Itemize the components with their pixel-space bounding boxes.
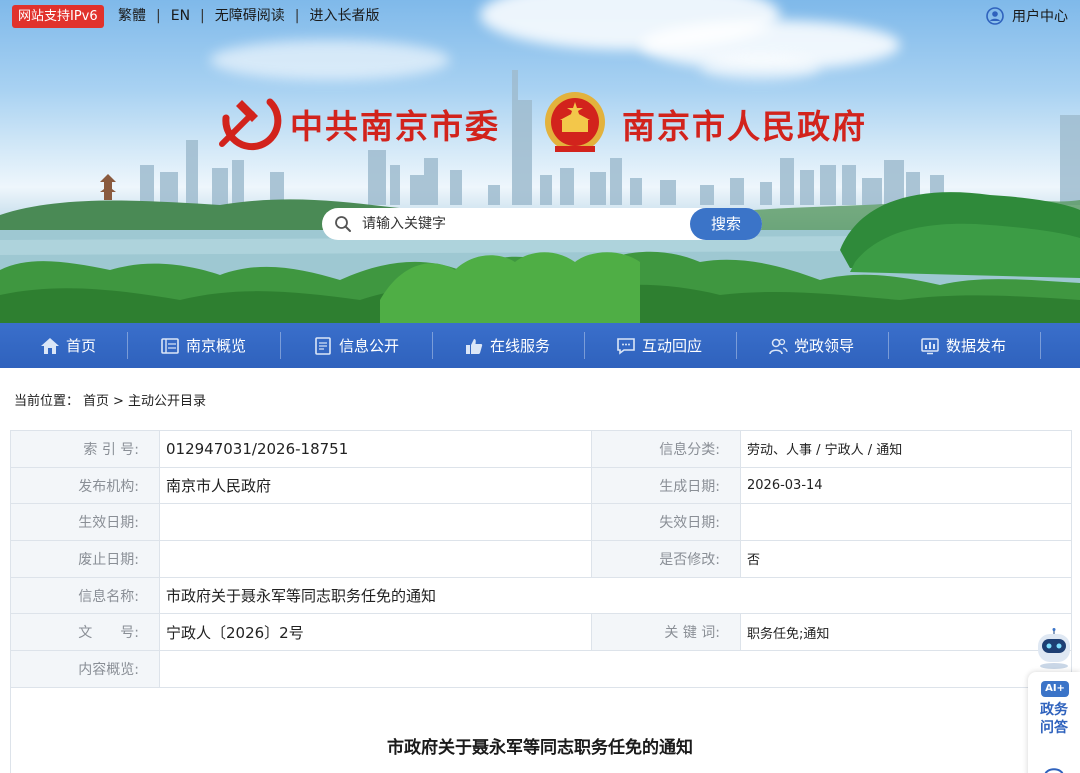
nav-item-label: 首页 (66, 337, 97, 355)
chart-icon (921, 337, 939, 354)
category-label: 信息分类: (591, 430, 741, 468)
document-title: 市政府关于聂永军等同志职务任免的通知 (387, 738, 693, 758)
skyline-illustration (0, 70, 1080, 323)
publisher-value: 南京市人民政府 (159, 466, 592, 505)
expire-date-value (740, 503, 1072, 542)
elderly-mode-link[interactable]: 进入长者版 (309, 6, 379, 26)
search-bar: 搜索 (322, 208, 762, 240)
table-row: 发布机构: 南京市人民政府 生成日期: 2026-03-14 (10, 466, 1072, 505)
summary-label: 内容概览: (10, 650, 160, 688)
table-row: 生效日期: 失效日期: (10, 503, 1072, 542)
top-bar: 网站支持IPv6 繁體 | EN | 无障碍阅读 | 进入长者版 用户中心 (0, 0, 1080, 34)
separator: | (156, 8, 161, 24)
document-icon (315, 336, 331, 355)
user-center-link[interactable]: 用户中心 (986, 6, 1068, 26)
user-center-label: 用户中心 (1012, 9, 1068, 25)
nav-item-home[interactable]: 首页 (40, 323, 96, 368)
breadcrumb-arrow: > (113, 394, 124, 409)
ai-widget-line1: 政务 (1040, 702, 1068, 718)
summary-value (159, 650, 1072, 688)
table-row: 索 引 号: 012947031/2026-18751 信息分类: 劳动、人事 … (10, 430, 1072, 468)
modified-label: 是否修改: (591, 540, 741, 578)
abolish-date-label: 废止日期: (10, 540, 160, 578)
nav-item-leadership[interactable]: 党政领导 (768, 323, 854, 368)
nav-item-online-service[interactable]: 在线服务 (464, 323, 550, 368)
modified-value: 否 (740, 540, 1072, 578)
breadcrumb-prefix: 当前位置： (14, 394, 80, 409)
nav-divider (736, 332, 737, 359)
search-button[interactable]: 搜索 (690, 208, 762, 240)
breadcrumb: 当前位置： 首页 > 主动公开目录 (14, 390, 210, 409)
expire-date-label: 失效日期: (591, 503, 741, 542)
nav-item-interaction[interactable]: 互动回应 (616, 323, 702, 368)
nav-item-label: 党政领导 (794, 337, 855, 355)
nav-divider (888, 332, 889, 359)
user-icon (986, 7, 1004, 25)
table-row: 内容概览: (10, 650, 1072, 688)
keywords-label: 关 键 词: (591, 613, 741, 652)
effective-date-label: 生效日期: (10, 503, 160, 542)
accessibility-link[interactable]: 无障碍阅读 (215, 6, 285, 26)
category-value: 劳动、人事 / 宁政人 / 通知 (740, 430, 1072, 468)
abolish-date-value (159, 540, 592, 578)
table-row: 信息名称: 市政府关于聂永军等同志职务任免的通知 (10, 576, 1072, 615)
table-row: 文 号: 宁政人〔2026〕2号 关 键 词: 职务任免;通知 (10, 613, 1072, 652)
nav-item-data-release[interactable]: 数据发布 (920, 323, 1006, 368)
table-row: 废止日期: 是否修改: 否 (10, 540, 1072, 578)
nav-item-label: 互动回应 (642, 337, 703, 355)
home-icon (41, 337, 59, 354)
document-body (10, 686, 1072, 773)
people-icon (769, 338, 788, 354)
ai-badge: AI+ (1041, 681, 1069, 697)
government-title: 南京市人民政府 (622, 107, 867, 146)
nav-divider (432, 332, 433, 359)
nav-divider (1040, 332, 1041, 359)
ai-widget-line2: 问答 (1040, 720, 1068, 736)
party-committee-title: 中共南京市委 (290, 107, 500, 146)
document-number-label: 文 号: (10, 613, 160, 652)
nav-divider (280, 332, 281, 359)
index-number-label: 索 引 号: (10, 430, 160, 468)
overview-icon (161, 337, 179, 354)
keywords-value: 职务任免;通知 (740, 613, 1072, 652)
nav-item-label: 信息公开 (339, 337, 400, 355)
national-emblem (545, 92, 605, 152)
search-icon (335, 216, 351, 232)
top-links: 繁體 | EN | 无障碍阅读 | 进入长者版 (118, 6, 379, 26)
nav-divider (127, 332, 128, 359)
main-nav: 首页 南京概览 信息公开 在线服务 互动回应 党政领导 数据发布 (0, 323, 1080, 368)
breadcrumb-home-link[interactable]: 首页 (83, 394, 109, 409)
thumbs-up-icon (466, 338, 483, 354)
publisher-label: 发布机构: (10, 466, 160, 505)
traditional-chinese-link[interactable]: 繁體 (118, 6, 146, 26)
effective-date-value (159, 503, 592, 542)
index-number-value: 012947031/2026-18751 (159, 430, 592, 468)
ipv6-badge: 网站支持IPv6 (12, 5, 104, 28)
chat-icon (617, 337, 635, 355)
document-info-table: 索 引 号: 012947031/2026-18751 信息分类: 劳动、人事 … (10, 430, 1072, 688)
separator: | (294, 8, 300, 24)
nav-item-info-disclosure[interactable]: 信息公开 (313, 323, 399, 368)
nav-item-label: 数据发布 (946, 337, 1007, 355)
info-name-value: 市政府关于聂永军等同志职务任免的通知 (159, 576, 1072, 615)
search-input[interactable] (362, 208, 682, 240)
ai-robot-icon[interactable] (1032, 628, 1076, 670)
info-name-label: 信息名称: (10, 576, 160, 615)
party-emblem (219, 98, 282, 151)
nav-item-overview[interactable]: 南京概览 (160, 323, 246, 368)
nav-divider (584, 332, 585, 359)
english-link[interactable]: EN (171, 6, 190, 26)
ai-qa-widget[interactable]: AI+ 政务 问答 (1028, 672, 1080, 773)
headset-icon (1044, 768, 1064, 773)
nav-item-label: 在线服务 (490, 337, 551, 355)
created-date-label: 生成日期: (591, 466, 741, 505)
breadcrumb-current: 主动公开目录 (127, 394, 206, 409)
separator: | (200, 8, 205, 24)
created-date-value: 2026-03-14 (740, 466, 1072, 505)
header-banner: 网站支持IPv6 繁體 | EN | 无障碍阅读 | 进入长者版 用户中心 中共… (0, 0, 1080, 323)
nav-item-label: 南京概览 (186, 337, 247, 355)
document-number-value: 宁政人〔2026〕2号 (159, 613, 592, 652)
